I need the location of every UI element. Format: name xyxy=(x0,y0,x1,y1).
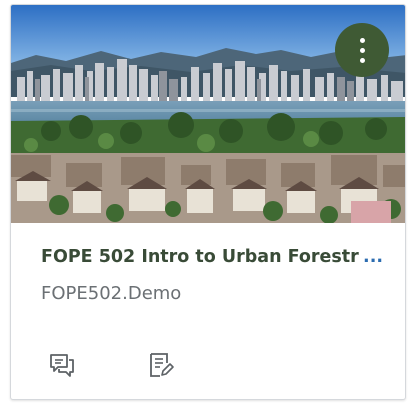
discussion-icon xyxy=(50,354,74,377)
title-ellipsis: ... xyxy=(363,247,383,267)
course-code: FOPE502.Demo xyxy=(41,283,182,304)
course-title: FOPE 502 Intro to Urban Forestry xyxy=(41,247,360,267)
course-card-image[interactable] xyxy=(11,5,405,223)
course-title-link[interactable]: FOPE 502 Intro to Urban Forestry ... xyxy=(41,247,383,267)
assignments-button[interactable] xyxy=(145,349,177,381)
kebab-vertical-icon xyxy=(359,37,365,63)
course-options-menu-button[interactable] xyxy=(335,23,389,77)
course-card[interactable]: FOPE 502 Intro to Urban Forestry ... FOP… xyxy=(10,4,406,400)
assignment-edit-icon xyxy=(150,353,174,377)
discussions-button[interactable] xyxy=(46,349,78,381)
